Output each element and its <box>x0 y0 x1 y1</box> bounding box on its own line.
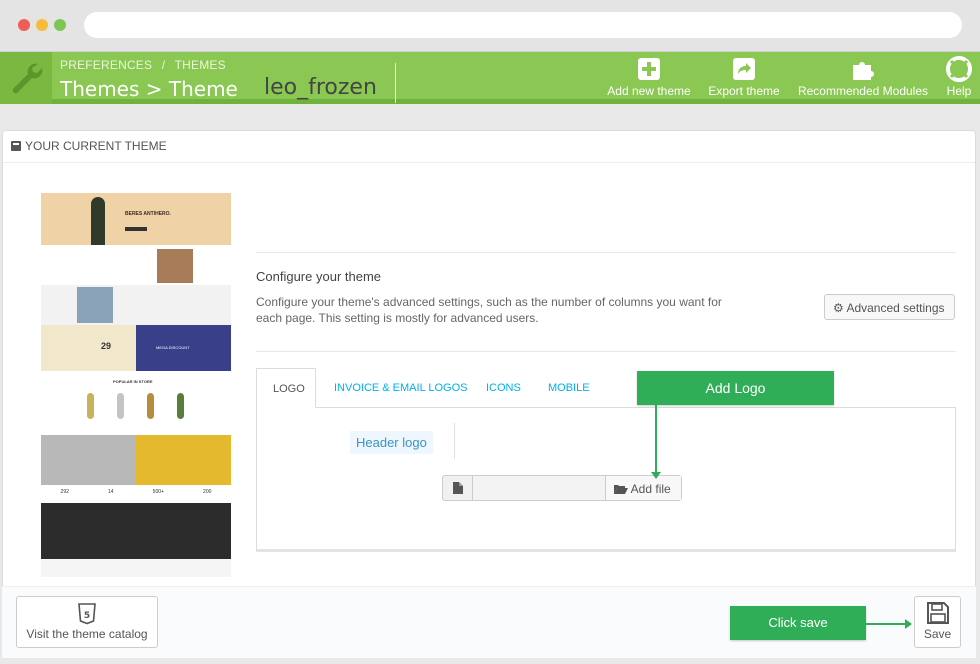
preview-hero-title: BERES ANTIHERO. <box>125 211 171 217</box>
panel-heading: YOUR CURRENT THEME <box>3 131 975 163</box>
skateboard-image <box>177 393 184 419</box>
svg-text:5: 5 <box>84 611 90 621</box>
recommended-modules-label: Recommended Modules <box>797 84 929 98</box>
preview-row <box>41 285 231 325</box>
tab-icons[interactable]: ICONS <box>470 368 537 408</box>
share-icon <box>731 56 757 82</box>
save-button[interactable]: Save <box>914 596 961 648</box>
skateboard-image <box>117 393 124 419</box>
preview-photo <box>157 249 193 283</box>
preview-photo <box>136 435 231 485</box>
preview-stat: 14 <box>108 489 114 495</box>
configure-title: Configure your theme <box>256 269 382 284</box>
visit-theme-catalog-button[interactable]: 5 Visit the theme catalog <box>16 596 158 648</box>
maximize-window-button[interactable] <box>54 19 66 31</box>
tab-invoice-email-logos[interactable]: INVOICE & EMAIL LOGOS <box>318 368 483 408</box>
preview-hero-button <box>125 227 147 231</box>
preview-hero: BERES ANTIHERO. <box>41 193 231 255</box>
preview-navbar <box>41 185 231 193</box>
skateboard-image <box>147 393 154 419</box>
export-theme-label: Export theme <box>708 84 780 98</box>
preview-stat: 200 <box>203 489 212 495</box>
click-save-annotation: Click save <box>730 606 866 640</box>
puzzle-icon <box>850 56 876 82</box>
breadcrumb-separator: / <box>161 58 166 72</box>
close-window-button[interactable] <box>18 19 30 31</box>
lifebuoy-icon <box>946 56 972 82</box>
divider <box>256 351 956 352</box>
preview-stat: 500+ <box>152 489 164 495</box>
floppy-disk-icon <box>926 601 950 625</box>
preview-photo <box>41 435 136 485</box>
skateboard-image <box>87 393 94 419</box>
breadcrumb-themes[interactable]: THEMES <box>175 58 226 72</box>
visit-theme-catalog-label: Visit the theme catalog <box>26 627 148 641</box>
help-button[interactable]: Help <box>940 56 978 98</box>
preview-photo <box>77 287 113 323</box>
annotation-arrow <box>651 405 661 479</box>
breadcrumb-preferences[interactable]: PREFERENCES <box>60 58 152 72</box>
preview-sale-right-text: MEGA DISCOUNT <box>156 345 190 350</box>
logo-tabs: LOGO INVOICE & EMAIL LOGOS ICONS MOBILE <box>256 368 956 408</box>
preview-gallery <box>41 435 231 485</box>
add-new-theme-label: Add new theme <box>607 84 691 98</box>
add-file-button[interactable]: Add file <box>605 476 681 500</box>
header-logo-file-input[interactable]: Add file <box>442 475 682 501</box>
gear-icon: ⚙ <box>833 301 847 315</box>
divider <box>454 423 455 459</box>
save-label: Save <box>923 627 952 641</box>
configure-description: Configure your theme's advanced settings… <box>256 295 722 325</box>
minimize-window-button[interactable] <box>36 19 48 31</box>
header-logo-label: Header logo <box>350 431 433 454</box>
export-theme-button[interactable]: Export theme <box>704 56 784 98</box>
preview-row <box>41 245 231 285</box>
divider <box>256 252 956 253</box>
preview-store-section: POPULAR IN STORE <box>41 371 231 435</box>
preview-footer <box>41 503 231 559</box>
add-file-label: Add file <box>630 482 671 496</box>
page-title: Themes > Theme <box>60 77 238 101</box>
preview-sale-banner: 29 MEGA DISCOUNT <box>41 325 231 371</box>
panel-heading-text: YOUR CURRENT THEME <box>25 139 167 153</box>
address-bar[interactable] <box>84 12 962 38</box>
preview-sale-value: 29 <box>101 341 112 351</box>
file-icon <box>443 476 473 500</box>
wrench-icon <box>0 52 52 104</box>
add-new-theme-button[interactable]: Add new theme <box>604 56 694 98</box>
plus-square-icon <box>636 56 662 82</box>
advanced-settings-button[interactable]: ⚙ Advanced settings <box>824 294 955 320</box>
breadcrumb: PREFERENCES / THEMES <box>60 58 232 72</box>
help-label: Help <box>946 84 972 98</box>
annotation-arrow <box>864 619 912 629</box>
theme-name: leo_frozen <box>256 63 396 103</box>
preview-stat: 292 <box>60 489 69 495</box>
theme-preview-image: BERES ANTIHERO. 29 MEGA DISCOUNT POPULAR… <box>41 185 231 577</box>
preview-sale-right: MEGA DISCOUNT <box>136 325 231 371</box>
html5-icon: 5 <box>78 603 96 625</box>
add-logo-annotation: Add Logo <box>637 371 834 405</box>
recommended-modules-button[interactable]: Recommended Modules <box>794 56 932 98</box>
file-name-field[interactable] <box>473 476 605 500</box>
tab-logo[interactable]: LOGO <box>256 368 316 408</box>
preview-sale-left: 29 <box>41 325 136 371</box>
preview-stats: 292 14 500+ 200 <box>41 485 231 503</box>
tab-mobile[interactable]: MOBILE <box>532 368 606 408</box>
html5-icon <box>11 141 21 151</box>
preview-store-title: POPULAR IN STORE <box>113 379 153 384</box>
browser-chrome <box>0 0 980 52</box>
page-header: PREFERENCES / THEMES Themes > Theme Add … <box>0 52 980 104</box>
folder-open-icon <box>614 482 631 496</box>
advanced-settings-label: Advanced settings <box>846 301 945 315</box>
